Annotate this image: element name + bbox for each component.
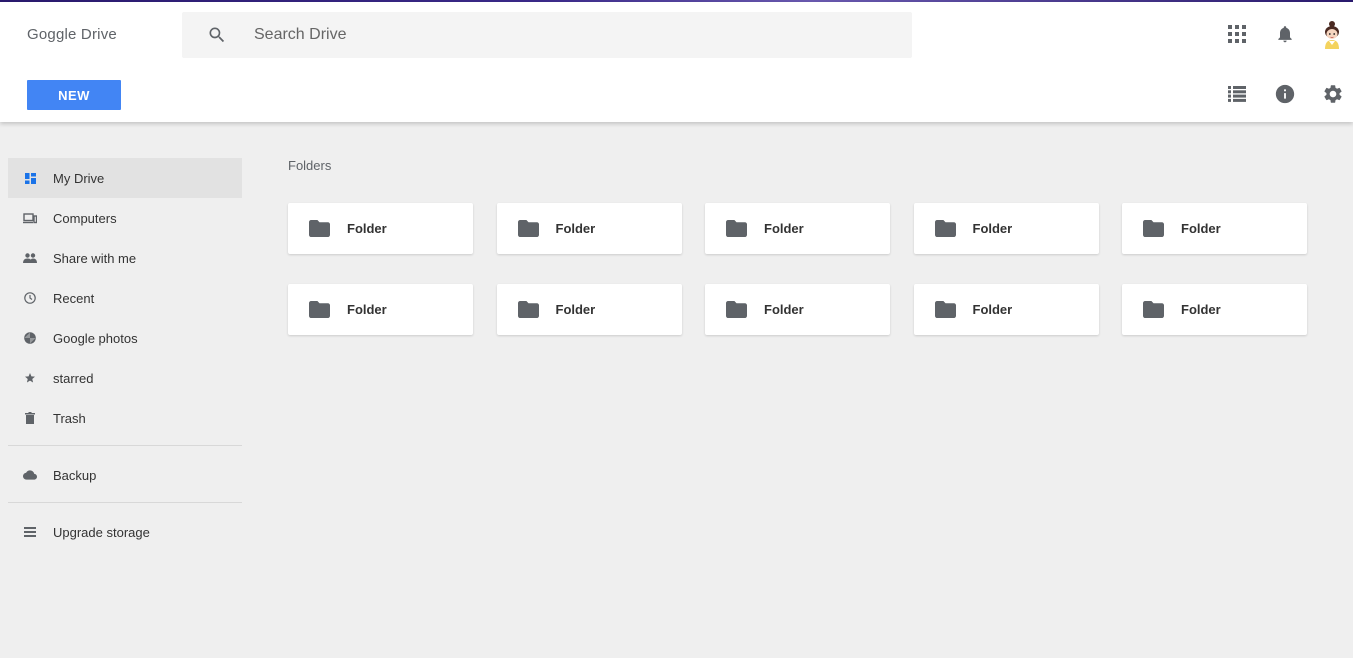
- sidebar-item-share-with-me[interactable]: Share with me: [8, 238, 242, 278]
- sidebar-item-google-photos[interactable]: Google photos: [8, 318, 242, 358]
- folder-name: Folder: [972, 221, 1013, 236]
- folder-card[interactable]: Folder: [1122, 284, 1307, 335]
- app-logo[interactable]: Goggle Drive: [27, 26, 117, 43]
- folder-card[interactable]: Folder: [1122, 203, 1307, 254]
- apps-grid-icon[interactable]: [1225, 22, 1249, 46]
- my-drive-icon: [23, 171, 37, 185]
- folder-icon: [934, 301, 956, 318]
- sidebar-item-label: Computers: [53, 210, 117, 226]
- people-icon: [23, 251, 37, 265]
- folder-icon: [517, 220, 539, 237]
- computers-icon: [23, 211, 37, 225]
- sidebar-item-label: Trash: [53, 410, 86, 426]
- cloud-icon: [23, 468, 37, 482]
- info-icon[interactable]: [1273, 82, 1297, 106]
- sidebar-item-trash[interactable]: Trash: [8, 398, 242, 438]
- sidebar-item-label: Recent: [53, 290, 95, 306]
- folder-card[interactable]: Folder: [705, 284, 890, 335]
- app-header: Goggle Drive NEW: [0, 2, 1353, 122]
- photos-icon: [23, 331, 37, 345]
- folder-name: Folder: [555, 221, 596, 236]
- star-icon: [23, 371, 37, 385]
- folder-name: Folder: [972, 302, 1013, 317]
- folder-card[interactable]: Folder: [705, 203, 890, 254]
- folder-card[interactable]: Folder: [288, 203, 473, 254]
- sidebar-item-starred[interactable]: starred: [8, 358, 242, 398]
- trash-icon: [23, 411, 37, 425]
- folder-name: Folder: [1181, 221, 1221, 236]
- search-icon[interactable]: [207, 25, 227, 45]
- folder-name: Folder: [347, 221, 387, 236]
- sidebar-item-computers[interactable]: Computers: [8, 198, 242, 238]
- folder-name: Folder: [764, 302, 804, 317]
- sidebar-item-label: Share with me: [53, 250, 137, 266]
- folder-name: Folder: [347, 302, 387, 317]
- sidebar-item-my-drive[interactable]: My Drive: [8, 158, 242, 198]
- folder-card[interactable]: Folder: [913, 203, 1099, 254]
- sidebar-item-backup[interactable]: Backup: [8, 455, 242, 495]
- folder-card[interactable]: Folder: [913, 284, 1099, 335]
- folder-card[interactable]: Folder: [288, 284, 473, 335]
- folder-name: Folder: [764, 221, 804, 236]
- list-view-icon[interactable]: [1225, 82, 1249, 106]
- folder-icon: [517, 301, 539, 318]
- sidebar-divider: [8, 502, 242, 503]
- folder-icon: [726, 220, 747, 237]
- sidebar-item-recent[interactable]: Recent: [8, 278, 242, 318]
- section-title: Folders: [288, 158, 332, 173]
- folder-icon: [1143, 301, 1164, 318]
- folder-icon: [309, 220, 330, 237]
- storage-icon: [23, 525, 37, 539]
- avatar[interactable]: [1319, 20, 1345, 50]
- sidebar-item-label: starred: [53, 370, 94, 386]
- folder-icon: [934, 220, 956, 237]
- search-bar[interactable]: [182, 12, 912, 58]
- sidebar-item-label: Backup: [53, 467, 97, 483]
- sidebar: My Drive Computers Share with me Recent: [8, 158, 242, 552]
- folder-card[interactable]: Folder: [496, 284, 682, 335]
- sidebar-item-label: My Drive: [53, 170, 105, 186]
- sidebar-divider: [8, 445, 242, 446]
- folder-grid: Folder Folder Folder Folder Folder Folde…: [288, 203, 1308, 335]
- sidebar-item-upgrade-storage[interactable]: Upgrade storage: [8, 512, 242, 552]
- folder-icon: [726, 301, 747, 318]
- folder-icon: [1143, 220, 1164, 237]
- clock-icon: [23, 291, 37, 305]
- new-button[interactable]: NEW: [27, 80, 121, 110]
- gear-icon[interactable]: [1321, 82, 1345, 106]
- folder-name: Folder: [1181, 302, 1221, 317]
- folder-card[interactable]: Folder: [496, 203, 682, 254]
- bell-icon[interactable]: [1273, 22, 1297, 46]
- folder-name: Folder: [555, 302, 596, 317]
- folder-icon: [309, 301, 330, 318]
- sidebar-item-label: Google photos: [53, 330, 138, 346]
- sidebar-item-label: Upgrade storage: [53, 524, 150, 540]
- search-input[interactable]: [254, 12, 894, 58]
